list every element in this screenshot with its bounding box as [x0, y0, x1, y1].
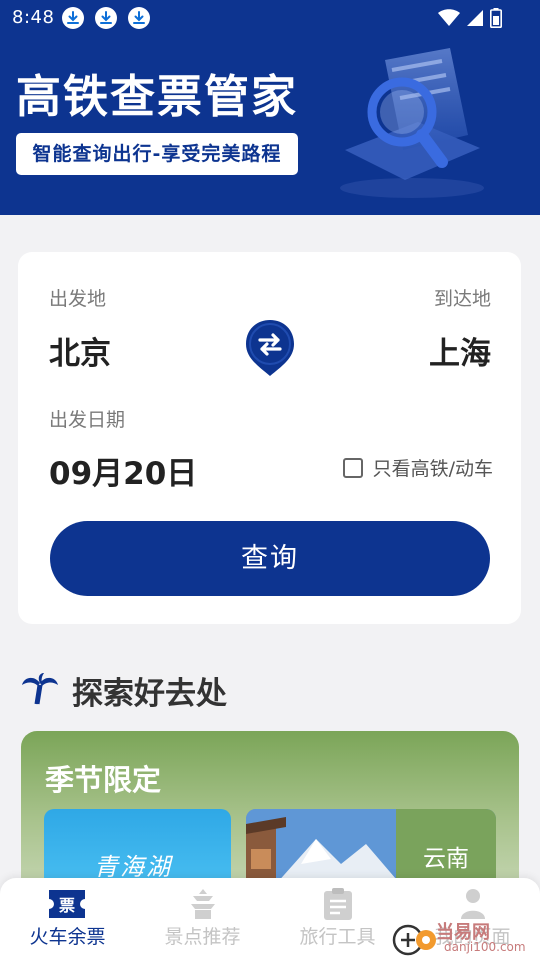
watermark-logo [392, 924, 436, 956]
wifi-icon [438, 9, 460, 26]
ticket-search-illustration [340, 48, 484, 198]
download-icon [95, 7, 117, 29]
swap-icon[interactable] [244, 318, 296, 378]
palm-tree-icon [22, 673, 58, 705]
to-label: 到达地 [433, 288, 491, 310]
watermark: 当易网 danji100.com [392, 918, 537, 958]
date-value[interactable]: 09月20日 [49, 448, 197, 493]
download-icon [62, 7, 84, 29]
download-icon [128, 7, 150, 29]
system-icons [438, 8, 502, 28]
destination-label: 青海湖 [94, 853, 172, 881]
app-title: 高铁查票管家 [16, 70, 299, 123]
from-label: 出发地 [49, 288, 107, 310]
status-time: 8:48 [12, 7, 55, 28]
query-button[interactable]: 查询 [50, 521, 490, 596]
seasonal-title: 季节限定 [45, 763, 162, 797]
high-speed-only-checkbox[interactable] [342, 457, 363, 478]
status-bar: 8:48 [0, 0, 540, 36]
ticket-search-card: 出发地 到达地 北京 上海 出发日期 09月20日 只看高铁/动车 查询 [18, 252, 521, 624]
battery-icon [490, 8, 502, 28]
ticket-icon: 票 [49, 890, 85, 918]
nav-label: 火车余票 [29, 926, 106, 948]
pagoda-icon [191, 889, 215, 919]
from-city[interactable]: 北京 [49, 328, 111, 373]
explore-title: 探索好去处 [72, 676, 227, 712]
nav-item-train-tickets[interactable]: 票 火车余票 [0, 878, 135, 960]
nav-label: 景点推荐 [164, 926, 241, 948]
high-speed-only-label: 只看高铁/动车 [372, 458, 493, 480]
signal-icon [467, 10, 483, 26]
nav-item-travel-tools[interactable]: 旅行工具 [270, 878, 405, 960]
to-city[interactable]: 上海 [429, 328, 491, 373]
app-header: 8:48 高铁查票管家 智能查询出行-享受完美路程 [0, 0, 540, 215]
high-speed-only-toggle[interactable]: 只看高铁/动车 [342, 454, 493, 481]
date-label: 出发日期 [49, 409, 126, 431]
user-icon [461, 889, 485, 919]
app-slogan: 智能查询出行-享受完美路程 [16, 133, 298, 175]
nav-item-attractions[interactable]: 景点推荐 [135, 878, 270, 960]
svg-text:票: 票 [59, 896, 75, 915]
nav-label: 旅行工具 [299, 926, 376, 948]
watermark-subtext: danji100.com [444, 940, 526, 954]
clipboard-icon [324, 888, 352, 920]
